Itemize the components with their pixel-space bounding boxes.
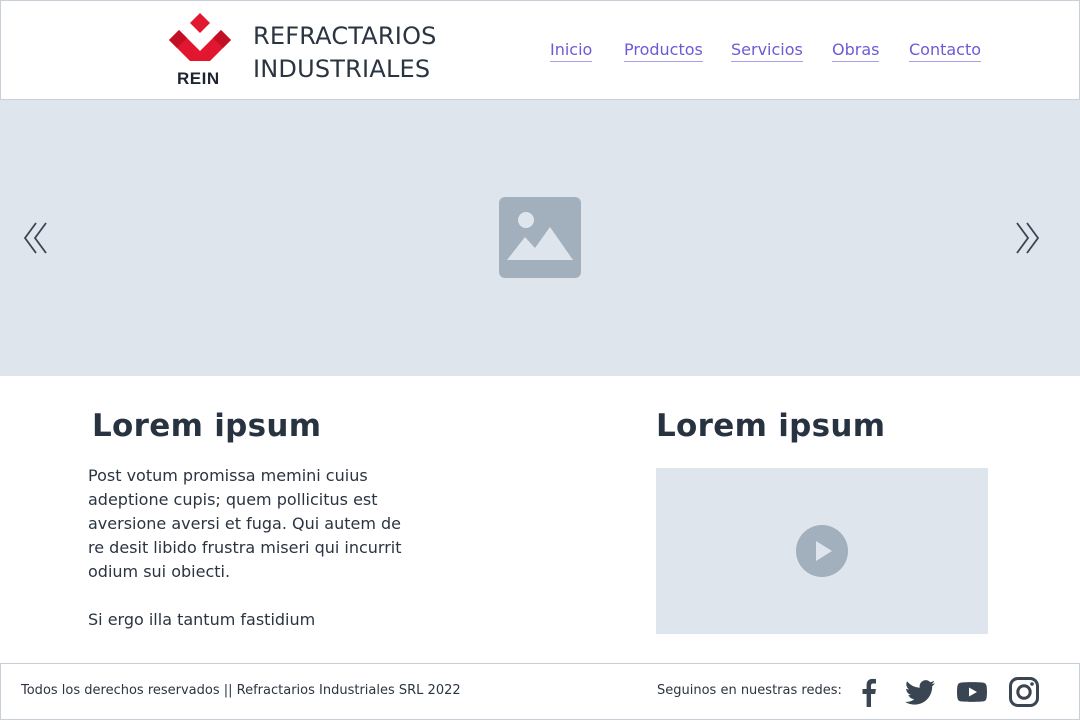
image-placeholder-icon bbox=[499, 197, 581, 278]
nav-link-inicio[interactable]: Inicio bbox=[550, 40, 593, 62]
instagram-icon[interactable] bbox=[1008, 676, 1040, 708]
site-footer: Todos los derechos reservados || Refract… bbox=[0, 663, 1080, 720]
left-section-title: Lorem ipsum bbox=[92, 408, 322, 444]
hero-carousel bbox=[0, 100, 1080, 376]
chevron-double-left-icon[interactable] bbox=[22, 220, 50, 256]
logo-text: REIN bbox=[177, 69, 220, 88]
copyright-text: Todos los derechos reservados || Refract… bbox=[21, 683, 461, 698]
site-header: REIN REFRACTARIOS INDUSTRIALES Inicio Pr… bbox=[0, 0, 1080, 100]
play-icon[interactable] bbox=[795, 524, 849, 578]
right-section-title: Lorem ipsum bbox=[656, 408, 886, 444]
left-paragraph-2: Si ergo illa tantum fastidium bbox=[88, 610, 316, 629]
facebook-icon[interactable] bbox=[853, 676, 885, 708]
left-paragraph-1: Post votum promissa memini cuius adeptio… bbox=[88, 466, 402, 581]
nav-link-obras[interactable]: Obras bbox=[832, 40, 880, 62]
social-label: Seguinos en nuestras redes: bbox=[657, 683, 842, 698]
brand-line-2: INDUSTRIALES bbox=[253, 55, 431, 83]
nav-link-productos[interactable]: Productos bbox=[624, 40, 703, 62]
twitter-icon[interactable] bbox=[904, 676, 936, 708]
chevron-double-right-icon[interactable] bbox=[1013, 220, 1041, 256]
brand-line-1: REFRACTARIOS bbox=[253, 22, 437, 50]
video-placeholder[interactable] bbox=[656, 468, 988, 634]
youtube-icon[interactable] bbox=[956, 676, 988, 708]
nav-link-contacto[interactable]: Contacto bbox=[909, 40, 982, 62]
brand-name[interactable]: REFRACTARIOS INDUSTRIALES bbox=[253, 20, 437, 86]
nav-link-servicios[interactable]: Servicios bbox=[731, 40, 803, 62]
